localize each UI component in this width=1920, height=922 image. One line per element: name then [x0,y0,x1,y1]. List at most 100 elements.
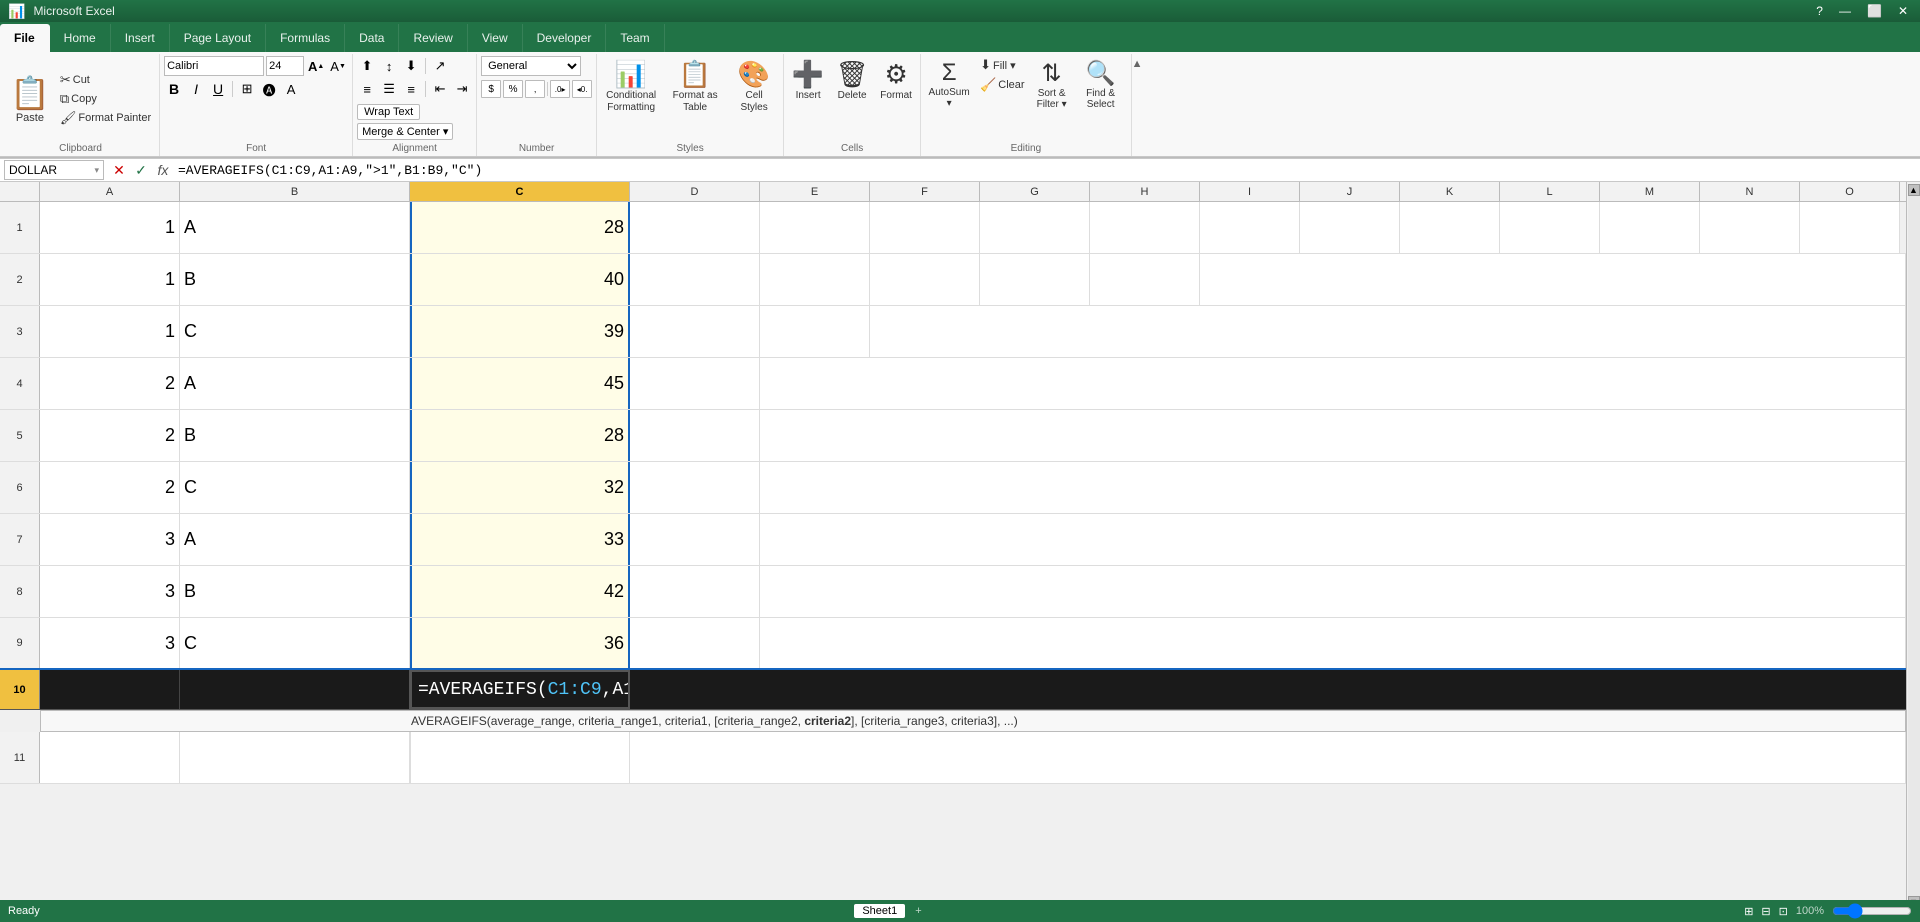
orientation-button[interactable]: ↗ [430,56,450,76]
col-header-e[interactable]: E [760,182,870,201]
formula-input[interactable] [178,163,1916,178]
cell-b11[interactable] [180,732,410,783]
cell-c9[interactable]: 36 [410,618,630,668]
cell-b5[interactable]: B [180,410,410,461]
page-layout-view-btn[interactable]: ⊟ [1761,905,1770,918]
cell-a2[interactable]: 1 [40,254,180,305]
cell-rest10[interactable] [630,670,1906,709]
cell-d3[interactable] [630,306,760,357]
conditional-formatting-button[interactable]: 📊 Conditional Formatting [601,56,661,117]
cell-a9[interactable]: 3 [40,618,180,668]
row-header-8[interactable]: 8 [0,566,40,617]
cell-b4[interactable]: A [180,358,410,409]
cell-d1[interactable] [630,202,760,253]
row-header-5[interactable]: 5 [0,410,40,461]
cell-d8[interactable] [630,566,760,617]
row-header-4[interactable]: 4 [0,358,40,409]
col-header-g[interactable]: G [980,182,1090,201]
merge-center-button[interactable]: Merge & Center ▾ [357,123,453,140]
col-header-l[interactable]: L [1500,182,1600,201]
cell-d4[interactable] [630,358,760,409]
format-button[interactable]: ⚙ Format [876,56,916,104]
italic-button[interactable]: I [186,79,206,99]
cell-b8[interactable]: B [180,566,410,617]
row-header-3[interactable]: 3 [0,306,40,357]
find-select-button[interactable]: 🔍 Find & Select [1075,56,1127,113]
wrap-text-button[interactable]: Wrap Text [357,104,420,120]
bold-button[interactable]: B [164,79,184,99]
border-button[interactable]: ⊞ [237,79,257,99]
cell-d2[interactable] [630,254,760,305]
cell-b3[interactable]: C [180,306,410,357]
dollar-format-button[interactable]: $ [481,80,501,98]
tab-developer[interactable]: Developer [523,24,607,52]
cell-c8[interactable]: 42 [410,566,630,617]
page-break-view-btn[interactable]: ⊡ [1779,905,1788,918]
maximize-btn[interactable]: ⬜ [1863,4,1886,18]
minimize-btn[interactable]: — [1835,4,1855,18]
zoom-slider[interactable] [1832,905,1912,917]
formula-function-button[interactable]: fx [154,162,172,178]
cell-rest2[interactable] [1200,254,1906,305]
title-bar-controls[interactable]: ? — ⬜ ✕ [1812,4,1912,18]
col-header-c[interactable]: C [410,182,630,201]
number-format-dropdown[interactable]: General Number Currency Accounting Short… [481,56,581,76]
cell-i1[interactable] [1200,202,1300,253]
col-header-f[interactable]: F [870,182,980,201]
cell-h2[interactable] [1090,254,1200,305]
cell-b1[interactable]: A [180,202,410,253]
decrease-decimal-button[interactable]: ◂0. [572,80,592,98]
cell-c10[interactable]: =AVERAGEIFS(C1:C9,A1:A9,">1",B1:B9,"C") [410,670,630,709]
cell-rest3[interactable] [870,306,1906,357]
format-painter-button[interactable]: 🖌 Format Painter [56,109,155,127]
cell-f2[interactable] [870,254,980,305]
cell-f1[interactable] [870,202,980,253]
align-right-button[interactable]: ≡ [401,79,421,99]
col-header-b[interactable]: B [180,182,410,201]
decrease-font-size-button[interactable]: A▼ [328,56,348,76]
cell-a8[interactable]: 3 [40,566,180,617]
cell-e3[interactable] [760,306,870,357]
cell-g1[interactable] [980,202,1090,253]
cell-e1[interactable] [760,202,870,253]
col-header-d[interactable]: D [630,182,760,201]
cell-j1[interactable] [1300,202,1400,253]
col-header-k[interactable]: K [1400,182,1500,201]
cell-e2[interactable] [760,254,870,305]
cell-b2[interactable]: B [180,254,410,305]
cell-m1[interactable] [1600,202,1700,253]
cell-d7[interactable] [630,514,760,565]
tab-data[interactable]: Data [345,24,399,52]
col-header-i[interactable]: I [1200,182,1300,201]
col-header-m[interactable]: M [1600,182,1700,201]
vertical-scrollbar[interactable]: ▲ ▼ [1906,182,1920,908]
tab-review[interactable]: Review [399,24,467,52]
cell-o1[interactable] [1800,202,1900,253]
increase-font-size-button[interactable]: A▲ [306,56,326,76]
tab-home[interactable]: Home [50,24,111,52]
cell-rest7[interactable] [760,514,1906,565]
cut-button[interactable]: ✂ Cut [56,71,155,89]
tab-view[interactable]: View [468,24,523,52]
col-header-a[interactable]: A [40,182,180,201]
tab-team[interactable]: Team [606,24,664,52]
tab-insert[interactable]: Insert [111,24,170,52]
cell-b6[interactable]: C [180,462,410,513]
view-controls[interactable]: ⊞ ⊟ ⊡ 100% [1744,905,1912,918]
cell-a1[interactable]: 1 [40,202,180,253]
align-middle-button[interactable]: ↕ [379,56,399,76]
name-box[interactable]: DOLLAR ▾ [4,160,104,180]
fill-button[interactable]: ⬇ Fill ▾ [976,56,1028,74]
row-header-1[interactable]: 1 [0,202,40,253]
cell-c6[interactable]: 32 [410,462,630,513]
formula-cancel-button[interactable]: ✕ [110,162,128,179]
tab-page-layout[interactable]: Page Layout [170,24,266,52]
clear-button[interactable]: 🧹 Clear [976,76,1028,94]
tab-formulas[interactable]: Formulas [266,24,345,52]
cell-b7[interactable]: A [180,514,410,565]
delete-button[interactable]: 🗑 Delete [832,56,872,104]
cell-a5[interactable]: 2 [40,410,180,461]
cell-a4[interactable]: 2 [40,358,180,409]
cell-l1[interactable] [1500,202,1600,253]
cell-c3[interactable]: 39 [410,306,630,357]
